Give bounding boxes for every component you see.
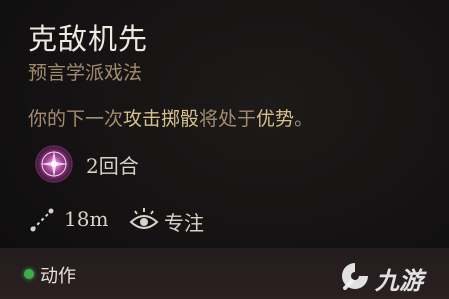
spell-range: 18m (64, 207, 109, 231)
spell-title: 克敌机先 (28, 22, 149, 56)
range-icon (30, 208, 54, 232)
description-text: 。 (294, 108, 314, 130)
concentration-eye-icon (129, 208, 159, 229)
description-keyword-advantage: 优势 (256, 108, 295, 130)
description-keyword-attack-roll: 攻击掷骰 (123, 108, 200, 130)
description-text: 你的下一次 (28, 108, 124, 130)
spell-school: 预言学派戏法 (28, 62, 143, 84)
jiuyou-logo-icon (342, 263, 368, 290)
action-cost-label: 动作 (40, 266, 76, 287)
watermark-text: 九游 (375, 267, 423, 295)
spell-description: 你的下一次攻击掷骰将处于优势。 (28, 104, 313, 131)
spell-tooltip: 克敌机先 预言学派戏法 你的下一次攻击掷骰将处于优势。 2回合 18m 专注 动… (0, 0, 449, 299)
spell-duration: 2回合 (86, 154, 139, 178)
watermark: 九游 (339, 259, 439, 295)
divination-spell-icon (35, 145, 73, 183)
action-dot-icon (24, 269, 34, 279)
spell-concentration: 专注 (164, 211, 204, 235)
description-text: 将处于 (199, 108, 257, 130)
